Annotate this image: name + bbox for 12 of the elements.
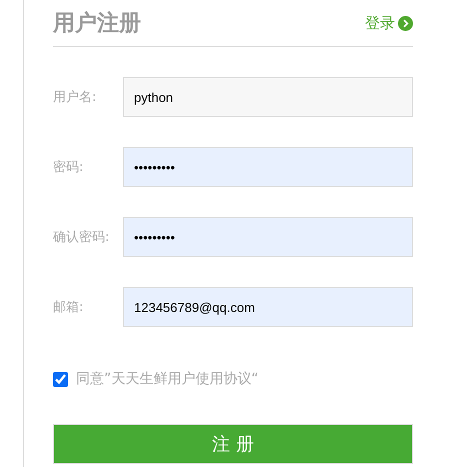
arrow-circle-icon <box>398 16 413 30</box>
page-title: 用户注册 <box>53 10 141 38</box>
agreement-label: 同意”天天生鲜用户使用协议“ <box>76 370 259 388</box>
field-label: 确认密码: <box>53 229 110 246</box>
field-label: 密码: <box>53 159 84 176</box>
field-label: 用户名: <box>53 89 98 106</box>
input-field[interactable]: 123456789@qq.com <box>123 287 413 327</box>
field-label: 邮箱: <box>53 299 84 316</box>
input-field[interactable]: ••••••••• <box>123 217 413 257</box>
input-field[interactable]: ••••••••• <box>123 147 413 187</box>
input-field[interactable]: python <box>123 77 413 117</box>
agree-checkbox[interactable] <box>53 372 68 386</box>
